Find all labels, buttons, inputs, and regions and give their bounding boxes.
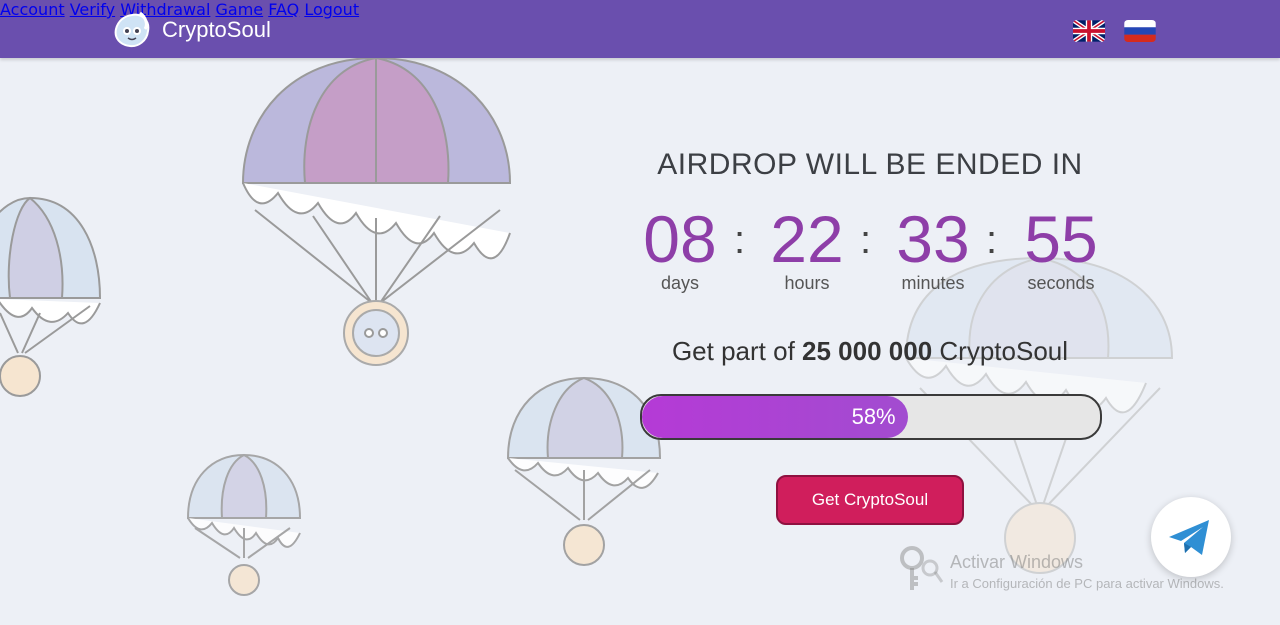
nav-account[interactable]: Account [0, 0, 65, 19]
seconds-value: 55 [1024, 202, 1098, 276]
colon-separator: : [986, 218, 998, 262]
activation-title: Activar Windows [950, 552, 1084, 572]
countdown-days: 08 days [636, 204, 724, 292]
countdown-title: AIRDROP WILL BE ENDED IN [657, 148, 1083, 181]
parachute-large-top [241, 58, 512, 366]
offer-suffix: CryptoSoul [939, 336, 1069, 366]
colon-separator: : [860, 218, 872, 262]
activation-subtitle: Ir a Configuración de PC para activar Wi… [950, 576, 1224, 591]
nav-verify[interactable]: Verify [70, 0, 115, 19]
parachute-middle [506, 376, 662, 566]
hours-value: 22 [770, 202, 844, 276]
russia-flag-icon[interactable] [1124, 20, 1156, 42]
telegram-icon [1169, 520, 1209, 555]
offer-prefix: Get part of [671, 336, 795, 366]
airdrop-progress-bar: 58% [640, 394, 1102, 440]
hours-label: hours [784, 273, 830, 293]
minutes-label: minutes [901, 273, 965, 293]
days-label: days [660, 273, 700, 293]
parachute-small-left [186, 453, 302, 596]
logo[interactable]: CryptoSoul [112, 11, 271, 49]
countdown-seconds: 55 seconds [1014, 204, 1108, 292]
brand-name: CryptoSoul [162, 17, 271, 42]
top-navbar: CryptoSoul Account Verify Withdrawal Gam… [0, 0, 1280, 58]
telegram-button[interactable] [1151, 497, 1231, 577]
parachute-left [0, 196, 102, 397]
minutes-value: 33 [896, 202, 970, 276]
nav-logout[interactable]: Logout [304, 0, 359, 19]
progress-fill: 58% [642, 396, 908, 438]
key-icon [900, 546, 944, 590]
progress-label: 58% [851, 404, 896, 429]
nav-faq[interactable]: FAQ [268, 0, 299, 19]
uk-flag-icon[interactable] [1073, 20, 1105, 42]
seconds-label: seconds [1027, 273, 1095, 293]
offer-text: Get part of 25 000 000 CryptoSoul [640, 336, 1100, 367]
get-cryptosoul-button[interactable]: Get CryptoSoul [776, 475, 964, 525]
countdown-hours: 22 hours [764, 204, 850, 292]
days-value: 08 [643, 202, 717, 276]
colon-separator: : [734, 218, 746, 262]
cryptosoul-logo-icon [114, 11, 150, 48]
countdown-minutes: 33 minutes [889, 204, 977, 292]
offer-amount: 25 000 000 [802, 336, 933, 366]
